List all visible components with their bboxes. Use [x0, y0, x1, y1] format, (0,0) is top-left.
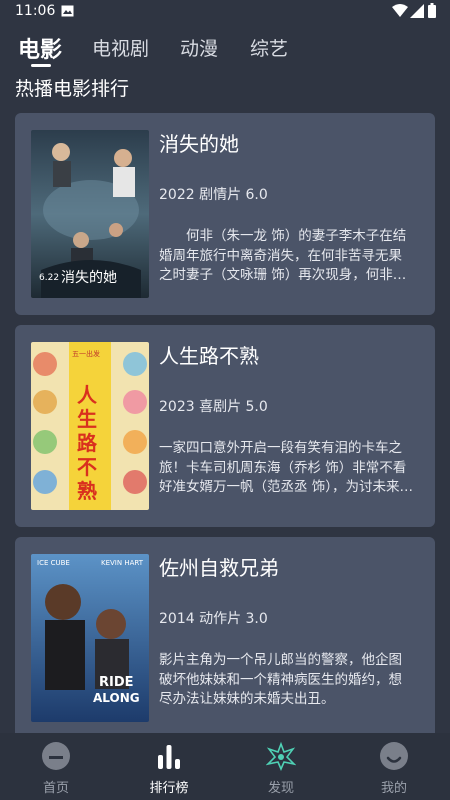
category-tabs: 电影 电视剧 动漫 综艺	[0, 28, 450, 72]
signal-icon	[410, 4, 424, 18]
nav-profile[interactable]: 我的	[349, 733, 439, 800]
svg-text:不: 不	[77, 455, 97, 479]
wifi-icon	[392, 4, 408, 17]
nav-profile-label: 我的	[380, 781, 407, 796]
movie-card[interactable]: ICE CUBE KEVIN HART RIDE ALONG 佐州自救兄弟 20…	[15, 537, 435, 733]
poster-image: 五一出发 人 生 路 不 熟	[31, 342, 149, 510]
nav-discover[interactable]: 发现	[236, 733, 326, 800]
nav-ranking-label: 排行榜	[149, 781, 189, 796]
svg-text:人: 人	[77, 383, 98, 407]
ranking-icon	[158, 745, 180, 769]
bottom-navigation: 首页 排行榜 发现 我的	[0, 733, 450, 800]
gallery-notification-icon	[61, 5, 74, 17]
svg-text:五一出发: 五一出发	[72, 349, 100, 358]
tab-variety[interactable]: 综艺	[250, 34, 288, 61]
svg-text:路: 路	[77, 431, 98, 455]
movie-description: 何非（朱一龙 饰）的妻子李木子在结婚周年旅行中离奇消失，在何非苦寻无果之时妻子（…	[159, 228, 407, 283]
poster-image: ICE CUBE KEVIN HART RIDE ALONG	[31, 554, 149, 722]
movie-meta: 2014 动作片 3.0	[159, 611, 268, 627]
movie-poster[interactable]: ICE CUBE KEVIN HART RIDE ALONG	[31, 554, 149, 722]
svg-text:消失的她: 消失的她	[61, 270, 117, 286]
nav-home[interactable]: 首页	[11, 733, 101, 800]
nav-home-label: 首页	[42, 781, 69, 796]
movie-meta: 2023 喜剧片 5.0	[159, 399, 268, 415]
tab-movies[interactable]: 电影	[18, 32, 62, 64]
svg-text:KEVIN HART: KEVIN HART	[101, 559, 144, 567]
movie-description: 一家四口意外开启一段有笑有泪的卡车之旅！卡车司机周东海（乔杉 饰）非常不看好准女…	[159, 440, 414, 495]
movie-title: 人生路不熟	[159, 344, 259, 368]
nav-discover-label: 发现	[267, 781, 294, 796]
active-tab-indicator	[31, 64, 51, 67]
tab-anime[interactable]: 动漫	[180, 34, 218, 61]
discover-icon	[266, 741, 296, 771]
home-icon	[42, 742, 70, 770]
movie-meta: 2022 剧情片 6.0	[159, 187, 268, 203]
tab-tv-series[interactable]: 电视剧	[92, 34, 149, 61]
poster-image: 6.22 消失的她	[31, 130, 149, 298]
battery-icon	[428, 3, 436, 18]
status-bar: 11:06	[0, 0, 450, 24]
movie-title: 消失的她	[159, 132, 239, 156]
section-title: 热播电影排行	[15, 78, 130, 100]
svg-text:ALONG: ALONG	[93, 691, 140, 705]
movie-list[interactable]: 6.22 消失的她 消失的她 2022 剧情片 6.0 何非（朱一龙 饰）的妻子…	[15, 113, 435, 733]
svg-text:ICE CUBE: ICE CUBE	[37, 559, 70, 567]
nav-ranking[interactable]: 排行榜	[124, 733, 214, 800]
svg-text:熟: 熟	[77, 479, 97, 503]
svg-text:生: 生	[77, 407, 97, 431]
movie-card[interactable]: 五一出发 人 生 路 不 熟 人生路不熟 2023 喜剧片 5.0 一家四口意外…	[15, 325, 435, 527]
svg-text:6.22: 6.22	[39, 273, 59, 283]
movie-poster[interactable]: 五一出发 人 生 路 不 熟	[31, 342, 149, 510]
movie-title: 佐州自救兄弟	[159, 556, 279, 580]
status-time: 11:06	[15, 3, 56, 19]
movie-card[interactable]: 6.22 消失的她 消失的她 2022 剧情片 6.0 何非（朱一龙 饰）的妻子…	[15, 113, 435, 315]
profile-icon	[380, 742, 408, 770]
svg-text:RIDE: RIDE	[99, 675, 134, 690]
movie-poster[interactable]: 6.22 消失的她	[31, 130, 149, 298]
movie-description: 影片主角为一个吊儿郎当的警察，他企图破坏他妹妹和一个精神病医生的婚约，想尽办法让…	[159, 652, 402, 707]
